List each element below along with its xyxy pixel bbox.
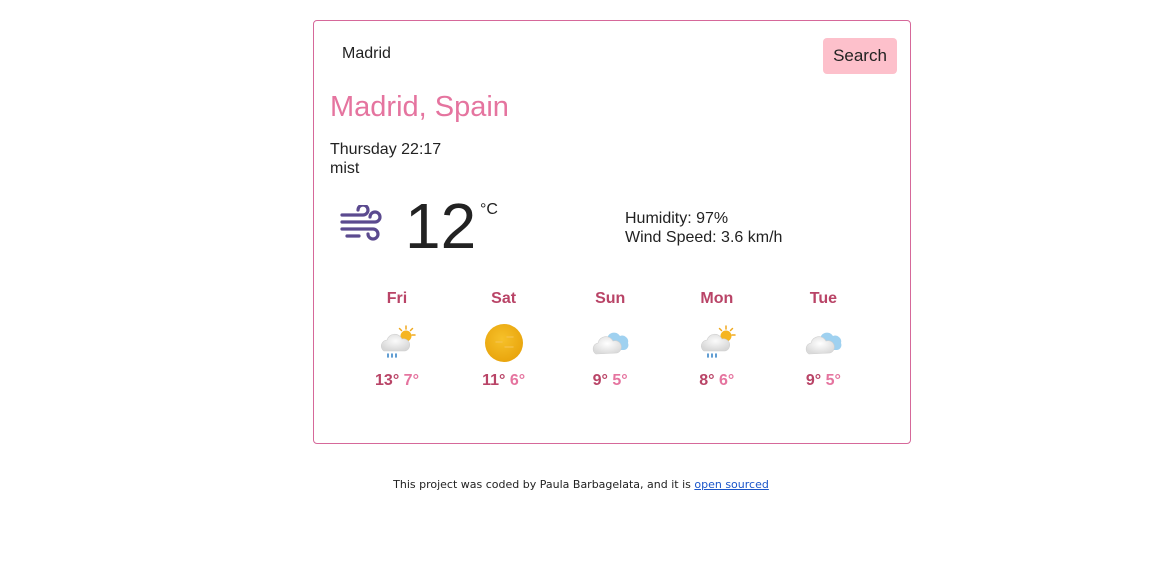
search-form: Search [314,21,910,91]
temperature-unit: °C [480,201,498,218]
footer-text: This project was coded by Paula Barbagel… [393,478,691,491]
rain-sun-icon [344,323,450,363]
cloud-icon [557,323,663,363]
forecast-day-name: Mon [700,290,734,307]
forecast-max-temp: 9° [805,372,822,389]
forecast-min-temp: 7° [403,372,419,389]
humidity: Humidity: 97% [625,210,729,227]
forecast-min-temp: 6° [719,372,735,389]
forecast-temperatures: 9° 5° [557,371,663,391]
forecast-max-temp: 9° [592,372,608,389]
search-button[interactable]: Search [823,38,897,74]
forecast-day: Sat 11° 6° [451,289,557,391]
sun-icon [451,323,557,363]
forecast-max-temp: 8° [699,372,715,389]
forecast-min-temp: 6° [509,372,526,389]
forecast-day: Mon 8° 6° [664,289,770,391]
weather-details: Humidity: 97% Wind Speed: 3.6 km/h [625,209,782,247]
current-temperature: 12 [405,190,477,262]
forecast-day-name: Fri [386,290,408,307]
cloud-icon [770,323,876,363]
footer: This project was coded by Paula Barbagel… [0,478,1162,491]
forecast: Fri 13° 7° Sat 11° 6° Sun 9° 5° Mon 8° 6° Tue 9° … [344,289,874,399]
forecast-day-name: Tue [809,290,838,307]
forecast-day-name: Sun [595,290,626,307]
forecast-temperatures: 8° 6° [664,371,770,391]
open-source-link[interactable]: open sourced [694,478,768,491]
date-time: Thursday 22:17 [330,141,442,158]
forecast-day: Fri 13° 7° [344,289,450,391]
forecast-day-name: Sat [491,290,517,307]
forecast-min-temp: 5° [612,372,628,389]
rain-sun-icon [664,323,770,363]
forecast-max-temp: 13° [375,372,400,389]
forecast-temperatures: 9° 5° [770,371,876,391]
forecast-max-temp: 11° [482,372,506,389]
wind-speed: Wind Speed: 3.6 km/h [625,229,783,246]
weather-card: Search Madrid, Spain Thursday 22:17 mist… [313,20,911,444]
weather-description: mist [330,160,360,177]
forecast-temperatures: 13° 7° [344,371,450,391]
wind-icon [340,205,382,241]
forecast-temperatures: 11° 6° [451,371,557,391]
forecast-day: Sun 9° 5° [557,289,663,391]
forecast-day: Tue 9° 5° [770,289,876,391]
forecast-min-temp: 5° [825,372,841,389]
search-input[interactable] [332,39,812,69]
city-title: Madrid, Spain [330,91,509,123]
